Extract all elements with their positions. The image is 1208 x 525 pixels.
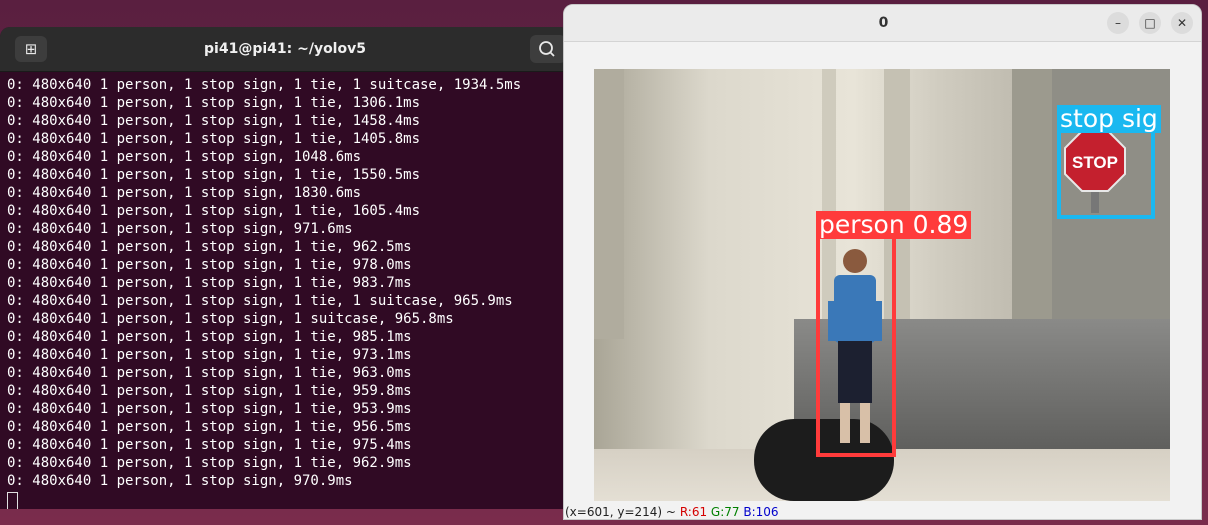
terminal-line: 0: 480x640 1 person, 1 stop sign, 1 suit… (7, 311, 454, 327)
minimize-icon[interactable]: – (1107, 12, 1129, 34)
terminal-line: 0: 480x640 1 person, 1 stop sign, 1 tie,… (7, 239, 412, 255)
person-bounding-box (816, 235, 896, 457)
terminal-prompt-line (7, 490, 567, 509)
terminal-line: 0: 480x640 1 person, 1 stop sign, 1 tie,… (7, 419, 412, 435)
pixel-blue-value: B:106 (743, 505, 779, 519)
terminal-line: 0: 480x640 1 person, 1 stop sign, 1 tie,… (7, 113, 421, 129)
terminal-line: 0: 480x640 1 person, 1 stop sign, 971.6m… (7, 221, 353, 237)
pixel-green-value: G:77 (710, 505, 740, 519)
door-trim (1012, 69, 1052, 339)
close-icon[interactable]: ✕ (1171, 12, 1193, 34)
terminal-line: 0: 480x640 1 person, 1 stop sign, 1 tie,… (7, 167, 421, 183)
cursor-coordinates: (x=601, y=214) ~ (565, 505, 676, 519)
image-window[interactable]: 0 – □ ✕ STOP person 0.89 stop sig (x=601… (563, 4, 1202, 520)
terminal-line: 0: 480x640 1 person, 1 stop sign, 1 tie,… (7, 95, 421, 111)
terminal-line: 0: 480x640 1 person, 1 stop sign, 1 tie,… (7, 437, 412, 453)
stop-sign-bounding-box (1057, 127, 1155, 219)
terminal-line: 0: 480x640 1 person, 1 stop sign, 1048.6… (7, 149, 362, 165)
terminal-header: ⊞ pi41@pi41: ~/yolov5 (0, 27, 570, 72)
terminal-line: 0: 480x640 1 person, 1 stop sign, 970.9m… (7, 473, 353, 489)
search-icon[interactable] (530, 35, 566, 63)
maximize-icon[interactable]: □ (1139, 12, 1161, 34)
door-trim (594, 69, 624, 339)
stop-sign-detection-label: stop sig (1057, 105, 1161, 133)
terminal-line: 0: 480x640 1 person, 1 stop sign, 1 tie,… (7, 275, 412, 291)
terminal-line: 0: 480x640 1 person, 1 stop sign, 1 tie,… (7, 365, 412, 381)
terminal-line: 0: 480x640 1 person, 1 stop sign, 1 tie,… (7, 131, 421, 147)
pixel-red-value: R:61 (679, 505, 708, 519)
terminal-line: 0: 480x640 1 person, 1 stop sign, 1 tie,… (7, 293, 513, 309)
terminal-line: 0: 480x640 1 person, 1 stop sign, 1 tie,… (7, 455, 412, 471)
terminal-window[interactable]: ⊞ pi41@pi41: ~/yolov5 0: 480x640 1 perso… (0, 27, 570, 509)
terminal-cursor (7, 492, 18, 509)
terminal-line: 0: 480x640 1 person, 1 stop sign, 1 tie,… (7, 329, 412, 345)
terminal-line: 0: 480x640 1 person, 1 stop sign, 1 tie,… (7, 347, 412, 363)
terminal-line: 0: 480x640 1 person, 1 stop sign, 1 tie,… (7, 203, 421, 219)
terminal-line: 0: 480x640 1 person, 1 stop sign, 1 tie,… (7, 401, 412, 417)
terminal-title: pi41@pi41: ~/yolov5 (204, 41, 366, 57)
status-bar: (x=601, y=214) ~ R:61 G:77 B:106 (564, 503, 1201, 519)
terminal-line: 0: 480x640 1 person, 1 stop sign, 1 tie,… (7, 383, 412, 399)
terminal-line: 0: 480x640 1 person, 1 stop sign, 1 tie,… (7, 257, 412, 273)
detection-image[interactable]: STOP person 0.89 stop sig (594, 69, 1170, 501)
terminal-line: 0: 480x640 1 person, 1 stop sign, 1830.6… (7, 185, 362, 201)
terminal-line: 0: 480x640 1 person, 1 stop sign, 1 tie,… (7, 77, 522, 93)
image-window-header: 0 – □ ✕ (564, 5, 1201, 42)
terminal-output[interactable]: 0: 480x640 1 person, 1 stop sign, 1 tie,… (7, 76, 567, 509)
person-detection-label: person 0.89 (816, 211, 972, 239)
